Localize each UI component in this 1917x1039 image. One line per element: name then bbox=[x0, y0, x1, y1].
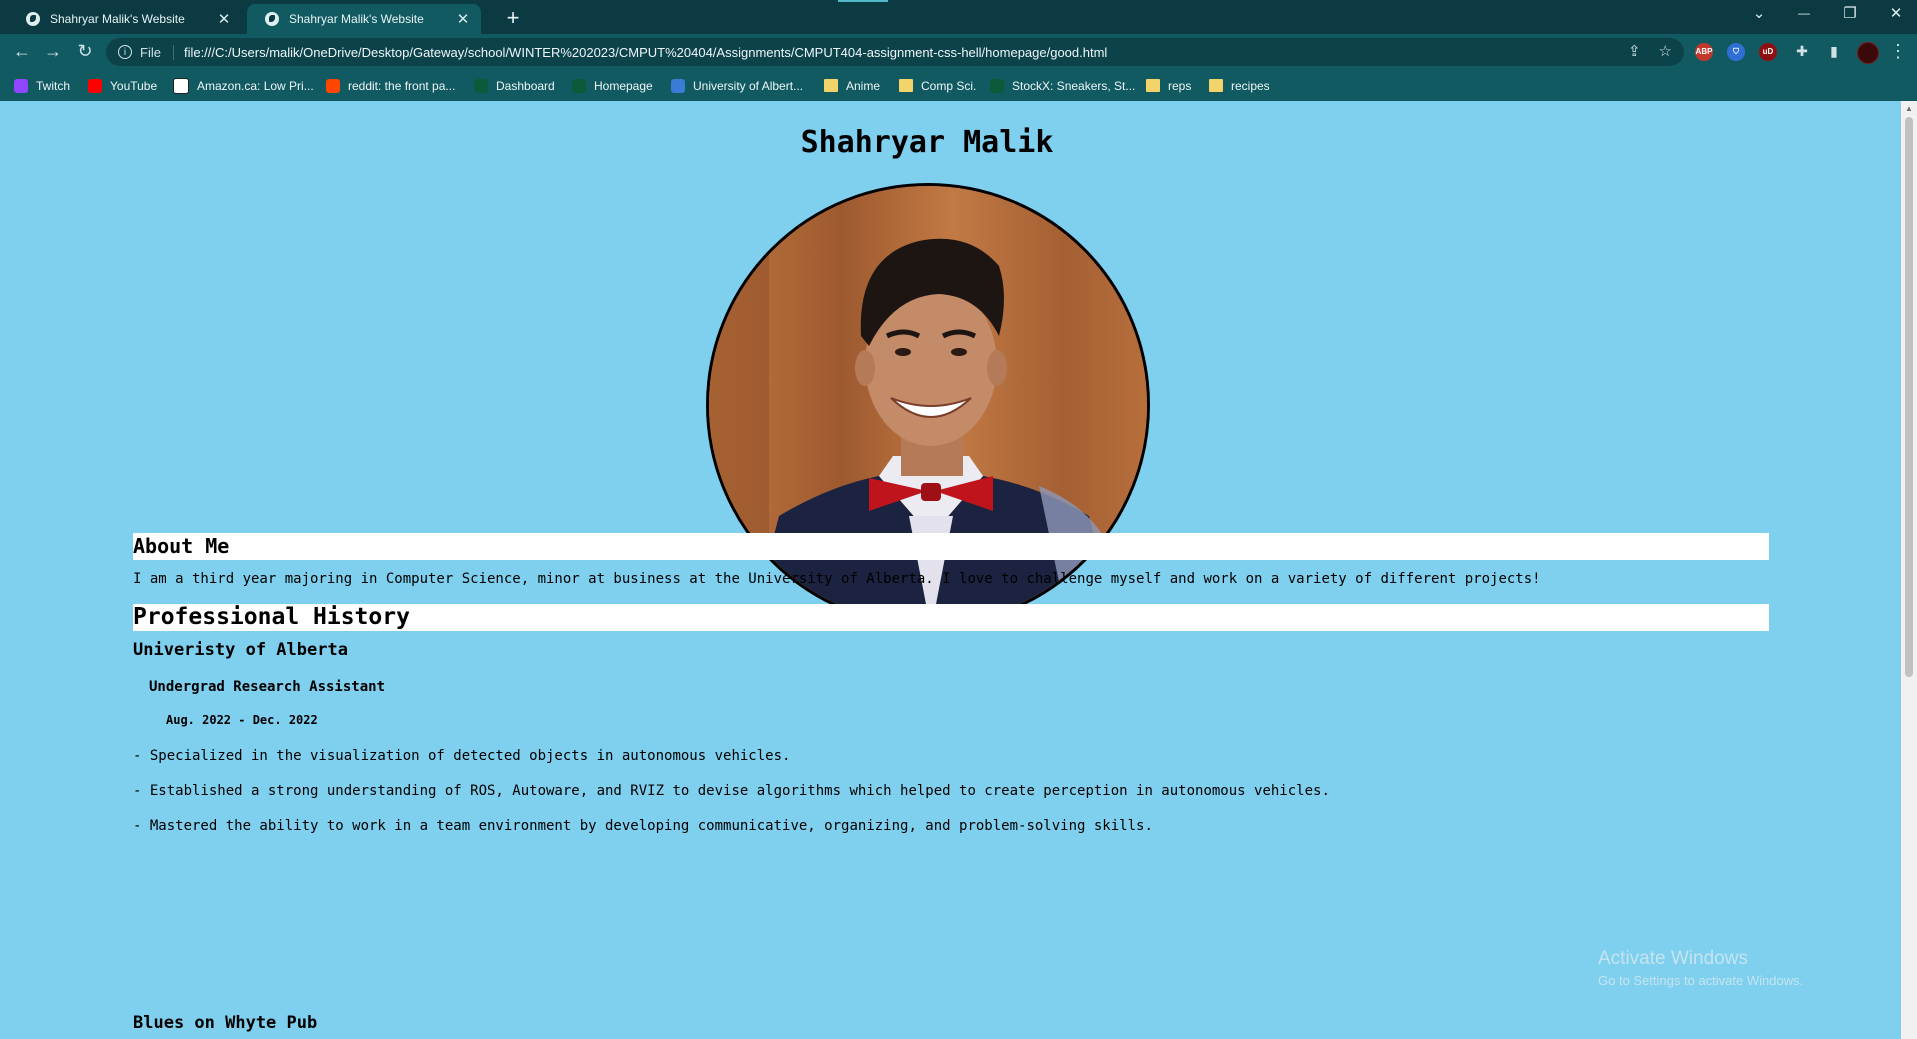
bookmark-item[interactable]: YouTube bbox=[88, 70, 157, 101]
scrollbar-thumb[interactable] bbox=[1905, 117, 1913, 677]
globe-icon bbox=[26, 12, 40, 26]
side-panel-icon[interactable]: ▮ bbox=[1822, 43, 1846, 60]
profile-avatar[interactable] bbox=[1857, 42, 1879, 64]
activate-windows-title: Activate Windows bbox=[1598, 948, 1748, 969]
tab-2-active[interactable]: Shahryar Malik's Website ✕ bbox=[247, 4, 481, 34]
browser-menu-icon[interactable]: ⋮ bbox=[1886, 41, 1910, 62]
bookmark-label: Comp Sci. bbox=[921, 78, 977, 93]
about-text: I am a third year majoring in Computer S… bbox=[133, 571, 1541, 587]
url-text[interactable]: file:///C:/Users/malik/OneDrive/Desktop/… bbox=[184, 45, 1107, 60]
about-heading: About Me bbox=[133, 533, 1769, 560]
page-scrollbar[interactable]: ▲ bbox=[1901, 101, 1917, 1039]
bookmark-item[interactable]: recipes bbox=[1209, 70, 1270, 101]
new-tab-button[interactable]: + bbox=[500, 5, 526, 31]
folder-icon bbox=[899, 79, 913, 92]
tab-title: Shahryar Malik's Website bbox=[50, 12, 185, 26]
bookmark-item[interactable]: Dashboard bbox=[474, 70, 555, 101]
bookmark-item[interactable]: reps bbox=[1146, 70, 1191, 101]
activate-windows-subtitle: Go to Settings to activate Windows. bbox=[1598, 973, 1804, 988]
bookmark-label: Twitch bbox=[36, 78, 71, 93]
homepage-icon bbox=[572, 78, 586, 93]
stockx-icon bbox=[990, 78, 1004, 93]
bookmark-star-icon[interactable]: ☆ bbox=[1659, 42, 1672, 60]
youtube-icon bbox=[88, 78, 102, 93]
page-content: Shahryar Malik About Me I am a third yea… bbox=[0, 101, 1901, 1039]
tab-drag-indicator bbox=[838, 0, 888, 2]
history-heading: Professional History bbox=[133, 604, 1769, 631]
job-bullet: - Specialized in the visualization of de… bbox=[133, 748, 791, 764]
bookmark-label: YouTube bbox=[110, 78, 158, 93]
page-title: Shahryar Malik bbox=[800, 125, 1054, 160]
dashboard-icon bbox=[474, 78, 488, 93]
employer-name: Blues on Whyte Pub bbox=[133, 1013, 318, 1033]
forward-button[interactable]: → bbox=[41, 41, 65, 62]
shield-icon[interactable]: ⛉ bbox=[1727, 43, 1745, 61]
back-button[interactable]: ← bbox=[10, 41, 34, 62]
bookmark-label: StockX: Sneakers, St... bbox=[1012, 78, 1136, 93]
folder-icon bbox=[1209, 79, 1223, 92]
scheme-label: File bbox=[140, 44, 174, 60]
bookmark-item[interactable]: University of Albert... bbox=[671, 70, 803, 101]
bookmark-item[interactable]: Anime bbox=[824, 70, 880, 101]
portrait-image bbox=[709, 186, 1147, 624]
folder-icon bbox=[1146, 79, 1160, 92]
bookmark-label: reps bbox=[1168, 78, 1192, 93]
globe-icon bbox=[265, 12, 279, 26]
bookmark-label: Anime bbox=[846, 78, 881, 93]
bookmark-label: reddit: the front pa... bbox=[348, 78, 456, 93]
info-icon[interactable]: i bbox=[118, 45, 132, 59]
restore-button[interactable]: ❐ bbox=[1835, 4, 1865, 22]
bookmarks-bar: Twitch YouTube Amazon.ca: Low Pri... reddit… bbox=[0, 70, 1917, 101]
minimize-button[interactable]: — bbox=[1789, 6, 1819, 20]
bookmark-item[interactable]: reddit: the front pa... bbox=[326, 70, 455, 101]
bookmark-label: University of Albert... bbox=[693, 78, 804, 93]
job-dates: Aug. 2022 - Dec. 2022 bbox=[166, 713, 318, 727]
job-role: Undergrad Research Assistant bbox=[149, 679, 386, 695]
tab-title: Shahryar Malik's Website bbox=[289, 12, 424, 26]
extensions-puzzle-icon[interactable]: ✚ bbox=[1790, 43, 1814, 60]
bookmark-label: Amazon.ca: Low Pri... bbox=[197, 78, 314, 93]
reload-button[interactable]: ↻ bbox=[73, 41, 97, 62]
tab-search-button[interactable]: ⌄ bbox=[1744, 4, 1774, 22]
browser-toolbar: ← → ↻ i File file:///C:/Users/malik/OneD… bbox=[0, 34, 1917, 70]
bookmark-item[interactable]: Comp Sci. bbox=[899, 70, 976, 101]
bookmark-item[interactable]: Amazon.ca: Low Pri... bbox=[173, 70, 314, 101]
folder-icon bbox=[824, 79, 838, 92]
bookmark-item[interactable]: StockX: Sneakers, St... bbox=[990, 70, 1135, 101]
job-bullet: - Mastered the ability to work in a team… bbox=[133, 818, 1153, 834]
scroll-up-arrow-icon[interactable]: ▲ bbox=[1905, 104, 1913, 113]
bookmark-label: Dashboard bbox=[496, 78, 555, 93]
tab-strip: Shahryar Malik's Website ✕ Shahryar Mali… bbox=[0, 0, 1917, 34]
address-bar[interactable]: i File file:///C:/Users/malik/OneDrive/D… bbox=[106, 38, 1684, 66]
amazon-icon bbox=[173, 77, 189, 94]
bookmark-item[interactable]: Homepage bbox=[572, 70, 653, 101]
window-close-button[interactable]: ✕ bbox=[1881, 4, 1911, 22]
bookmark-label: recipes bbox=[1231, 78, 1270, 93]
twitch-icon bbox=[14, 78, 28, 93]
employer-name: Univeristy of Alberta bbox=[133, 640, 348, 660]
job-bullet: - Established a strong understanding of … bbox=[133, 783, 1330, 799]
reddit-icon bbox=[326, 78, 340, 93]
tab-1[interactable]: Shahryar Malik's Website ✕ bbox=[8, 4, 242, 34]
profile-photo bbox=[706, 183, 1150, 627]
abp-icon[interactable]: ABP bbox=[1695, 43, 1713, 61]
ualberta-icon bbox=[671, 78, 685, 93]
ublock-icon[interactable]: uD bbox=[1759, 43, 1777, 61]
share-icon[interactable]: ⇪ bbox=[1628, 42, 1641, 60]
tab-close-button[interactable]: ✕ bbox=[455, 10, 471, 28]
tab-close-button[interactable]: ✕ bbox=[216, 10, 232, 28]
bookmark-label: Homepage bbox=[594, 78, 653, 93]
bookmark-item[interactable]: Twitch bbox=[14, 70, 70, 101]
